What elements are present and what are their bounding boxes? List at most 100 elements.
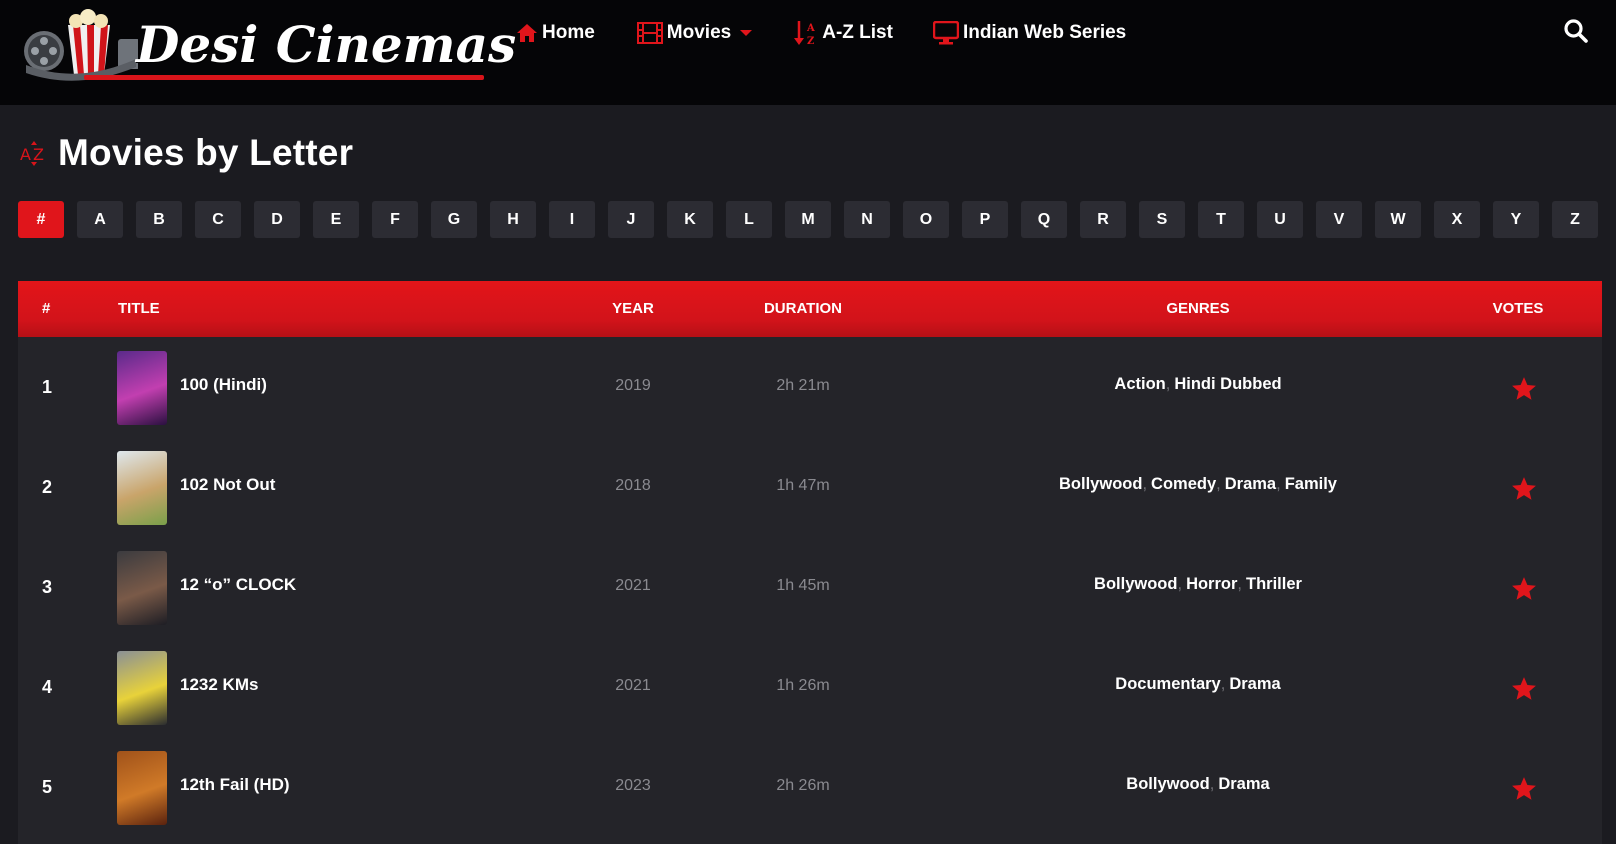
movie-title-link[interactable]: 102 Not Out (180, 475, 275, 495)
row-number: 1 (42, 377, 53, 397)
letter-button-y[interactable]: Y (1493, 201, 1539, 238)
genre-link[interactable]: Action (1114, 375, 1165, 393)
genre-separator: , (1216, 475, 1221, 493)
movie-title-link[interactable]: 100 (Hindi) (180, 375, 267, 395)
genre-link[interactable]: Documentary (1115, 675, 1220, 693)
movie-duration: 2h 21m (776, 377, 830, 394)
movie-duration: 1h 47m (776, 477, 830, 494)
monitor-icon (932, 21, 959, 45)
movie-year: 2021 (615, 577, 651, 594)
letter-button-g[interactable]: G (431, 201, 477, 238)
nav-web-series-label: Indian Web Series (962, 22, 1127, 43)
letter-button-m[interactable]: M (785, 201, 831, 238)
row-number: 2 (42, 477, 53, 497)
site-logo[interactable]: Desi Cinemas (18, 5, 516, 83)
letter-button-q[interactable]: Q (1021, 201, 1067, 238)
genre-link[interactable]: Drama (1229, 675, 1280, 693)
table-body: 1 100 (Hindi) 2019 2h 21m Action, Hindi Dubbe… (18, 337, 1602, 837)
letter-button-n[interactable]: N (844, 201, 890, 238)
nav-movies[interactable]: Movies (636, 18, 753, 48)
letter-button-u[interactable]: U (1257, 201, 1303, 238)
genre-link[interactable]: Family (1285, 475, 1337, 493)
movie-genres: Bollywood, Comedy, Drama, Family (918, 475, 1478, 494)
letter-button-k[interactable]: K (667, 201, 713, 238)
nav-home[interactable]: Home (516, 18, 595, 48)
letter-button-l[interactable]: L (726, 201, 772, 238)
table-row: 4 1232 KMs 2021 1h 26m Documentary, Drama (18, 637, 1602, 737)
movie-poster[interactable] (117, 751, 167, 825)
letter-button-h[interactable]: H (490, 201, 536, 238)
genre-separator: , (1165, 375, 1171, 393)
movie-year: 2019 (615, 377, 651, 394)
genre-link[interactable]: Thriller (1246, 575, 1302, 593)
movie-year: 2021 (615, 677, 651, 694)
movie-title-link[interactable]: 1232 KMs (180, 675, 258, 695)
letter-button-t[interactable]: T (1198, 201, 1244, 238)
table-row: 1 100 (Hindi) 2019 2h 21m Action, Hindi Dubbe… (18, 337, 1602, 437)
letter-button-hash[interactable]: # (18, 201, 64, 238)
genre-link[interactable]: Hindi Dubbed (1174, 375, 1281, 393)
vote-star-icon[interactable] (1510, 675, 1538, 703)
genre-link[interactable]: Bollywood (1126, 775, 1209, 793)
nav-az-list[interactable]: AZ A-Z List (794, 18, 893, 48)
genre-separator: , (1209, 775, 1215, 793)
nav-az-label: A-Z List (822, 22, 893, 43)
nav-indian-web-series[interactable]: Indian Web Series (932, 18, 1127, 48)
letter-button-v[interactable]: V (1316, 201, 1362, 238)
table-row: 3 12 “o” CLOCK 2021 1h 45m Bollywood, Horror,… (18, 537, 1602, 637)
letter-button-r[interactable]: R (1080, 201, 1126, 238)
genre-separator: , (1237, 575, 1242, 593)
row-number: 3 (42, 577, 53, 597)
search-icon (1564, 19, 1588, 43)
letter-button-c[interactable]: C (195, 201, 241, 238)
genre-link[interactable]: Bollywood (1059, 475, 1142, 493)
letter-button-z[interactable]: Z (1552, 201, 1598, 238)
letter-button-a[interactable]: A (77, 201, 123, 238)
letter-button-x[interactable]: X (1434, 201, 1480, 238)
genre-link[interactable]: Drama (1225, 475, 1276, 493)
vote-star-icon[interactable] (1510, 775, 1538, 803)
brand-name: Desi Cinemas (136, 15, 517, 74)
movie-genres: Bollywood, Drama (918, 775, 1478, 794)
movie-title-link[interactable]: 12 “o” CLOCK (180, 575, 296, 595)
letter-button-i[interactable]: I (549, 201, 595, 238)
genre-link[interactable]: Drama (1218, 775, 1269, 793)
search-button[interactable] (1563, 18, 1589, 44)
genre-separator: , (1177, 575, 1183, 593)
letter-button-j[interactable]: J (608, 201, 654, 238)
movie-poster[interactable] (117, 651, 167, 725)
movie-poster[interactable] (117, 451, 167, 525)
table-row: 5 12th Fail (HD) 2023 2h 26m Bollywood, Drama (18, 737, 1602, 837)
home-icon (516, 23, 538, 43)
vote-star-icon[interactable] (1510, 375, 1538, 403)
movie-title-link[interactable]: 12th Fail (HD) (180, 775, 290, 795)
letter-button-w[interactable]: W (1375, 201, 1421, 238)
movie-genres: Action, Hindi Dubbed (918, 375, 1478, 394)
film-icon (636, 22, 663, 44)
letter-button-b[interactable]: B (136, 201, 182, 238)
genre-link[interactable]: Comedy (1151, 475, 1216, 493)
header-title: TITLE (118, 300, 160, 317)
letter-filter-bar: # A B C D E F G H I J K L M N O P Q R S T U V W X Y Z (18, 201, 1611, 238)
header-votes: VOTES (1492, 300, 1544, 317)
letter-button-f[interactable]: F (372, 201, 418, 238)
movie-poster[interactable] (117, 551, 167, 625)
letter-button-s[interactable]: S (1139, 201, 1185, 238)
genre-link[interactable]: Bollywood (1094, 575, 1177, 593)
movie-duration: 1h 45m (776, 577, 830, 594)
vote-star-icon[interactable] (1510, 575, 1538, 603)
letter-button-p[interactable]: P (962, 201, 1008, 238)
letter-button-d[interactable]: D (254, 201, 300, 238)
letter-button-e[interactable]: E (313, 201, 359, 238)
movie-poster[interactable] (117, 351, 167, 425)
nav-movies-label: Movies (666, 22, 732, 43)
sort-alpha-icon: AZ (794, 20, 818, 46)
vote-star-icon[interactable] (1510, 475, 1538, 503)
header-num: # (42, 300, 51, 317)
page-title: Movies by Letter (58, 132, 354, 173)
letter-button-o[interactable]: O (903, 201, 949, 238)
movie-genres: Bollywood, Horror, Thriller (918, 575, 1478, 594)
header-duration: DURATION (763, 300, 843, 317)
genre-separator: , (1142, 475, 1148, 493)
genre-link[interactable]: Horror (1186, 575, 1237, 593)
